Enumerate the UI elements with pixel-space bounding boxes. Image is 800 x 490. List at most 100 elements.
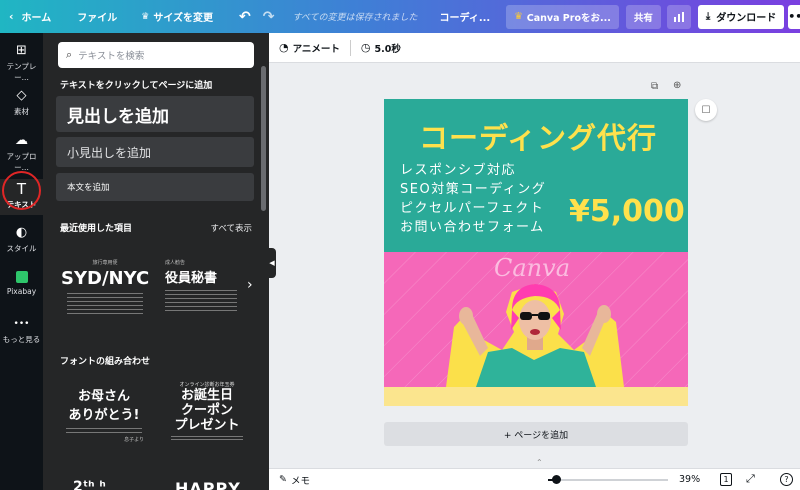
recent-template-syd-nyc[interactable]: 旅行専用便 SYD/NYC (61, 259, 149, 319)
clock-icon: ◷ (360, 41, 371, 54)
panel-scrollbar[interactable] (261, 66, 266, 211)
animate-label: アニメート (292, 43, 340, 55)
design-bullet[interactable]: お問い合わせフォーム (400, 216, 545, 235)
rail-templates-label: テンプレー... (6, 62, 37, 82)
add-page-icon[interactable]: ⊕ (673, 80, 681, 91)
thumb-small-text: 成人勧告 (165, 260, 186, 266)
fullscreen-icon[interactable]: ⤢ (746, 472, 755, 486)
rail-styles[interactable]: ◐ スタイル (0, 225, 43, 254)
font-combos-heading: フォントの組み合わせ (60, 357, 151, 367)
combo-line: ありがとう! (68, 408, 140, 423)
rail-templates[interactable]: ⊞ テンプレー... (0, 43, 43, 83)
rail-elements-label: 素材 (14, 107, 29, 116)
recent-template-executive[interactable]: 成人勧告 役員秘書 (165, 259, 237, 319)
add-subheading-button[interactable]: 小見出しを追加 (56, 137, 254, 167)
duration-button[interactable]: ◷ 5.0秒 (361, 41, 401, 55)
recent-heading: 最近使用した項目 (60, 224, 133, 234)
rail-pixabay-label: Pixabay (6, 287, 37, 296)
search-icon: ⌕ (66, 48, 73, 61)
stock-photo[interactable]: Canva (384, 252, 688, 387)
combo-line: お母さん (77, 389, 130, 404)
thumb-lines (165, 290, 237, 314)
text-panel: ⌕ テキストを検索 テキストをクリックしてページに追加 見出しを追加 小見出しを… (43, 33, 269, 490)
resize-label: サイズを変更 (153, 13, 214, 24)
home-button[interactable]: ‹ ホーム (0, 0, 57, 33)
search-input[interactable]: ⌕ テキストを検索 (58, 42, 254, 68)
collapse-panel-button[interactable]: ◀ (268, 248, 276, 278)
undo-button[interactable]: ↶ (233, 0, 257, 33)
teal-banner: コーディング代行 レスポンシブ対応 SEO対策コーディング ピクセルパーフェクト… (384, 99, 688, 252)
design-bullet[interactable]: SEO対策コーディング (400, 178, 546, 197)
rail-uploads[interactable]: ☁ アップロー... (0, 133, 43, 173)
shapes-icon: ◇ (16, 88, 27, 103)
notes-label: メモ (290, 475, 310, 487)
add-heading-button[interactable]: 見出しを追加 (56, 96, 254, 132)
rail-uploads-label: アップロー... (6, 152, 37, 172)
font-combo-partial-1[interactable]: 2ᵗʰ ʰ (73, 479, 106, 490)
font-combo-mother[interactable]: お母さん ありがとう! 息子より (58, 377, 150, 457)
notes-button[interactable]: ✎ メモ (279, 473, 310, 487)
more-options-button[interactable]: ••• (788, 4, 800, 29)
page-count[interactable]: 1 (720, 473, 732, 486)
share-button[interactable]: 共有 (625, 4, 661, 29)
add-body-button[interactable]: 本文を追加 (56, 173, 254, 201)
cloud-upload-icon: ☁ (15, 133, 28, 148)
editor-toolbar: ◔ アニメート ◷ 5.0秒 (269, 33, 800, 63)
font-combo-birthday[interactable]: オンライン診断お年玉券 お誕生日 クーポン プレゼント (163, 377, 251, 457)
download-label: ダウンロード (716, 13, 777, 24)
design-title[interactable]: コーディング代行 (408, 115, 668, 157)
thumb-main-text: 役員秘書 (165, 271, 218, 286)
zoom-slider[interactable] (548, 475, 668, 484)
rail-pixabay[interactable]: Pixabay (0, 269, 43, 296)
animate-button[interactable]: ◔ アニメート (279, 41, 340, 55)
document-title[interactable]: コーディ... (434, 0, 497, 33)
bottom-bar: ✎ メモ 39% 1 ⤢ ? (269, 468, 800, 490)
chevron-up-icon[interactable]: ⌃ (536, 458, 543, 467)
resize-button[interactable]: ♛ サイズを変更 (135, 0, 219, 33)
cream-footer-band (384, 387, 688, 406)
redo-button[interactable]: ↷ (257, 0, 281, 33)
highlight-circle (2, 171, 41, 210)
download-icon: ⤓ (705, 11, 711, 22)
zoom-level[interactable]: 39% (679, 474, 700, 485)
combo-sign: 息子より (124, 437, 144, 443)
canva-pro-button[interactable]: ♛ Canva Proをお... (506, 4, 619, 29)
pixabay-icon (0, 269, 43, 285)
combo-line: プレゼント (174, 418, 240, 433)
design-page[interactable]: コーディング代行 レスポンシブ対応 SEO対策コーディング ピクセルパーフェクト… (384, 99, 688, 406)
combo-lines (66, 428, 142, 436)
zoom-slider-knob[interactable] (552, 475, 561, 484)
font-combo-partial-2[interactable]: HAPPY (175, 479, 241, 490)
more-dots-icon: ••• (788, 10, 800, 23)
canva-watermark: Canva (494, 254, 570, 282)
add-page-button[interactable]: + ページを追加 (384, 422, 688, 446)
rail-more-label: もっと見る (2, 335, 41, 344)
canva-pro-label: Canva Proをお... (526, 12, 611, 24)
side-rail: ⊞ テンプレー... ◇ 素材 ☁ アップロー... T テキスト ◐ スタイル… (0, 33, 43, 490)
duplicate-page-icon[interactable]: ⧉ (651, 81, 658, 92)
insights-button[interactable] (666, 4, 691, 29)
duration-label: 5.0秒 (374, 43, 401, 55)
crown-icon: ♛ (141, 11, 150, 22)
design-price[interactable]: ¥5,000 (569, 194, 685, 229)
chevron-right-icon[interactable]: › (247, 277, 253, 293)
layout-icon: ⊞ (16, 43, 27, 58)
design-bullet[interactable]: レスポンシブ対応 (400, 159, 516, 178)
rail-styles-label: スタイル (6, 244, 37, 253)
help-button[interactable]: ? (780, 473, 793, 486)
comment-button[interactable]: ☐ (695, 99, 717, 121)
crown-icon: ♛ (514, 11, 523, 22)
save-status: すべての変更は保存されました (292, 13, 418, 23)
download-button[interactable]: ⤓ ダウンロード (697, 4, 785, 29)
rail-more[interactable]: ••• もっと見る (0, 316, 43, 345)
rail-elements[interactable]: ◇ 素材 (0, 88, 43, 117)
combo-line: お誕生日 (180, 388, 233, 403)
design-bullet[interactable]: ピクセルパーフェクト (400, 197, 544, 216)
palette-icon: ◐ (15, 225, 28, 240)
bar-chart-icon (673, 11, 684, 22)
click-to-add-heading: テキストをクリックしてページに追加 (60, 81, 213, 91)
chevron-left-icon: ‹ (9, 10, 14, 23)
see-all-link[interactable]: すべて表示 (210, 222, 252, 234)
file-menu[interactable]: ファイル (71, 0, 123, 33)
comment-icon: ☐ (701, 104, 711, 116)
